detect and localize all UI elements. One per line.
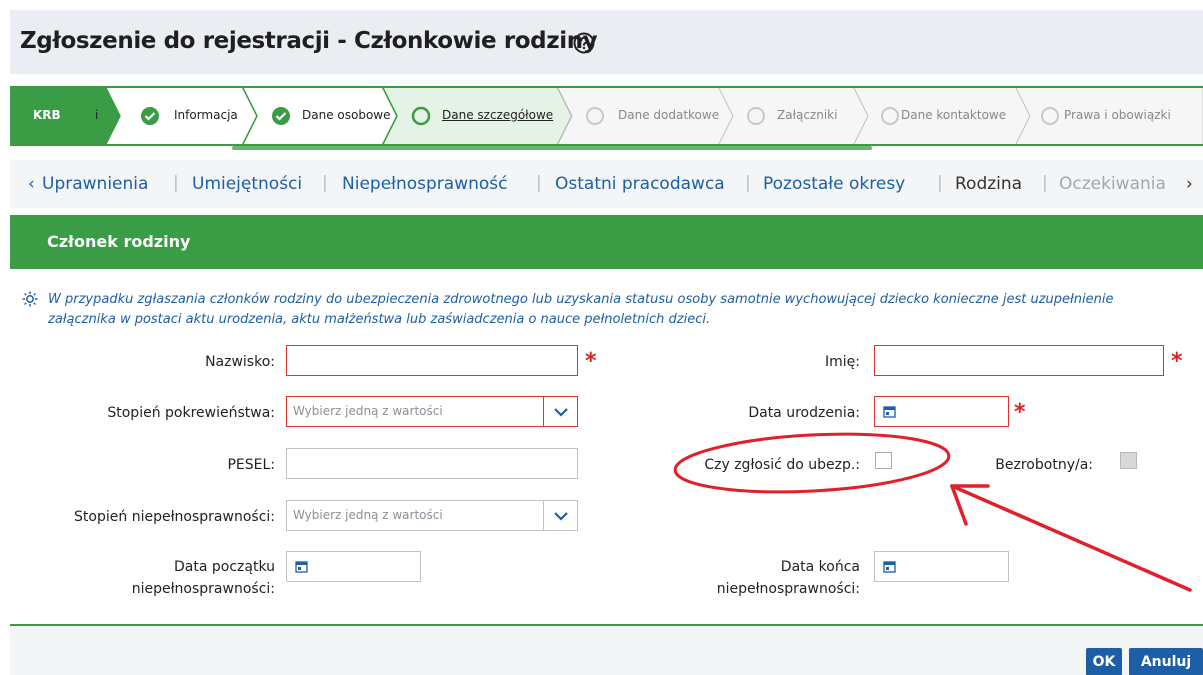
calendar-icon[interactable] — [295, 560, 308, 573]
question-circle-icon[interactable] — [572, 31, 596, 55]
nazwisko-label: Nazwisko: — [205, 354, 275, 370]
step-zalaczniki[interactable]: Załączniki — [777, 108, 837, 122]
cancel-button[interactable]: Anuluj — [1129, 648, 1203, 675]
page-title: Zgłoszenie do rejestracji - Członkowie r… — [20, 28, 598, 54]
data-konca-label-line1: Data końca — [780, 559, 860, 575]
niepelnosprawnosc-dropdown-button[interactable] — [543, 501, 577, 530]
subnav-item-niepelnosprawnosc[interactable]: Niepełnosprawność — [342, 174, 508, 194]
pokrewienstwo-dropdown-button[interactable] — [543, 397, 577, 426]
required-mark: * — [1171, 349, 1183, 374]
subnav-next-arrow[interactable]: › — [1186, 174, 1193, 194]
nazwisko-input[interactable] — [286, 345, 578, 376]
step-informacja[interactable]: Informacja — [174, 108, 238, 122]
subnav-separator: | — [536, 173, 542, 193]
step-dane-dodatkowe[interactable]: Dane dodatkowe — [618, 108, 719, 122]
pokrewienstwo-label: Stopień pokrewieństwa: — [107, 405, 275, 421]
data-urodzenia-input[interactable] — [874, 396, 1009, 427]
footer-bar — [10, 626, 1203, 675]
ubezp-checkbox[interactable] — [875, 452, 892, 469]
required-mark: * — [1014, 400, 1026, 425]
subnav: ‹ Uprawnienia | Umiejętności | Niepełnos… — [10, 160, 1203, 208]
imie-label: Imię: — [825, 354, 860, 370]
pokrewienstwo-placeholder: Wybierz jedną z wartości — [293, 404, 443, 418]
subnav-separator: | — [322, 173, 328, 193]
check-circle-icon — [141, 107, 159, 125]
subnav-item-oczekiwania[interactable]: Oczekiwania — [1059, 174, 1166, 194]
niepelnosprawnosc-placeholder: Wybierz jedną z wartości — [293, 508, 443, 522]
subnav-separator: | — [173, 173, 179, 193]
subnav-item-rodzina[interactable]: Rodzina — [955, 174, 1022, 194]
calendar-icon[interactable] — [883, 560, 896, 573]
wizard-steps: KRB i Informacja Dane osobowe Dane szcze… — [10, 86, 1203, 146]
bezrobotny-checkbox[interactable] — [1120, 452, 1137, 469]
info-text: W przypadku zgłaszania członków rodziny … — [48, 292, 1114, 327]
niepelnosprawnosc-select[interactable]: Wybierz jedną z wartości — [286, 500, 578, 531]
step-info-truncated[interactable]: i — [95, 108, 98, 122]
step-dane-kontaktowe[interactable]: Dane kontaktowe — [901, 108, 1006, 122]
subnav-separator: | — [1042, 173, 1048, 193]
data-poczatku-input[interactable] — [286, 551, 421, 582]
chevron-down-icon — [554, 512, 568, 521]
data-konca-label-line2: niepełnosprawności: — [716, 581, 860, 597]
step-prawa-i-obowiazki[interactable]: Prawa i obowiązki — [1064, 108, 1171, 122]
subnav-prev-arrow[interactable]: ‹ — [28, 174, 35, 194]
data-poczatku-label-line2: niepełnosprawności: — [131, 581, 275, 597]
subnav-separator: | — [745, 173, 751, 193]
section-header: Członek rodziny — [10, 215, 1203, 269]
chevron-down-icon — [554, 408, 568, 417]
section-title: Członek rodziny — [47, 232, 191, 251]
pokrewienstwo-select[interactable]: Wybierz jedną z wartości — [286, 396, 578, 427]
calendar-icon[interactable] — [883, 405, 896, 418]
check-circle-icon — [272, 107, 290, 125]
data-poczatku-label-line1: Data początku — [174, 559, 275, 575]
ubezp-label: Czy zgłosić do ubezp.: — [704, 457, 860, 473]
lightbulb-icon — [22, 291, 38, 307]
subnav-item-ostatni-pracodawca[interactable]: Ostatni pracodawca — [555, 174, 725, 194]
wizard-progress-bar — [232, 146, 872, 150]
imie-input[interactable] — [874, 345, 1164, 376]
ok-button[interactable]: OK — [1086, 648, 1122, 675]
step-dane-osobowe[interactable]: Dane osobowe — [302, 108, 391, 122]
step-brand: KRB — [33, 108, 61, 122]
subnav-separator: | — [937, 173, 943, 193]
subnav-item-pozostale-okresy[interactable]: Pozostałe okresy — [763, 174, 905, 194]
data-konca-input[interactable] — [874, 551, 1009, 582]
subnav-item-uprawnienia[interactable]: Uprawnienia — [42, 174, 148, 194]
niepelnosprawnosc-label: Stopień niepełnosprawności: — [74, 509, 275, 525]
info-note: W przypadku zgłaszania członków rodziny … — [22, 290, 1182, 330]
step-dane-szczegolowe[interactable]: Dane szczegółowe — [442, 108, 553, 122]
required-mark: * — [585, 349, 597, 374]
data-urodzenia-label: Data urodzenia: — [748, 405, 860, 421]
pesel-label: PESEL: — [227, 457, 275, 473]
pesel-input[interactable] — [286, 448, 578, 479]
subnav-item-umiejetnosci[interactable]: Umiejętności — [192, 174, 302, 194]
bezrobotny-label: Bezrobotny/a: — [995, 457, 1093, 473]
